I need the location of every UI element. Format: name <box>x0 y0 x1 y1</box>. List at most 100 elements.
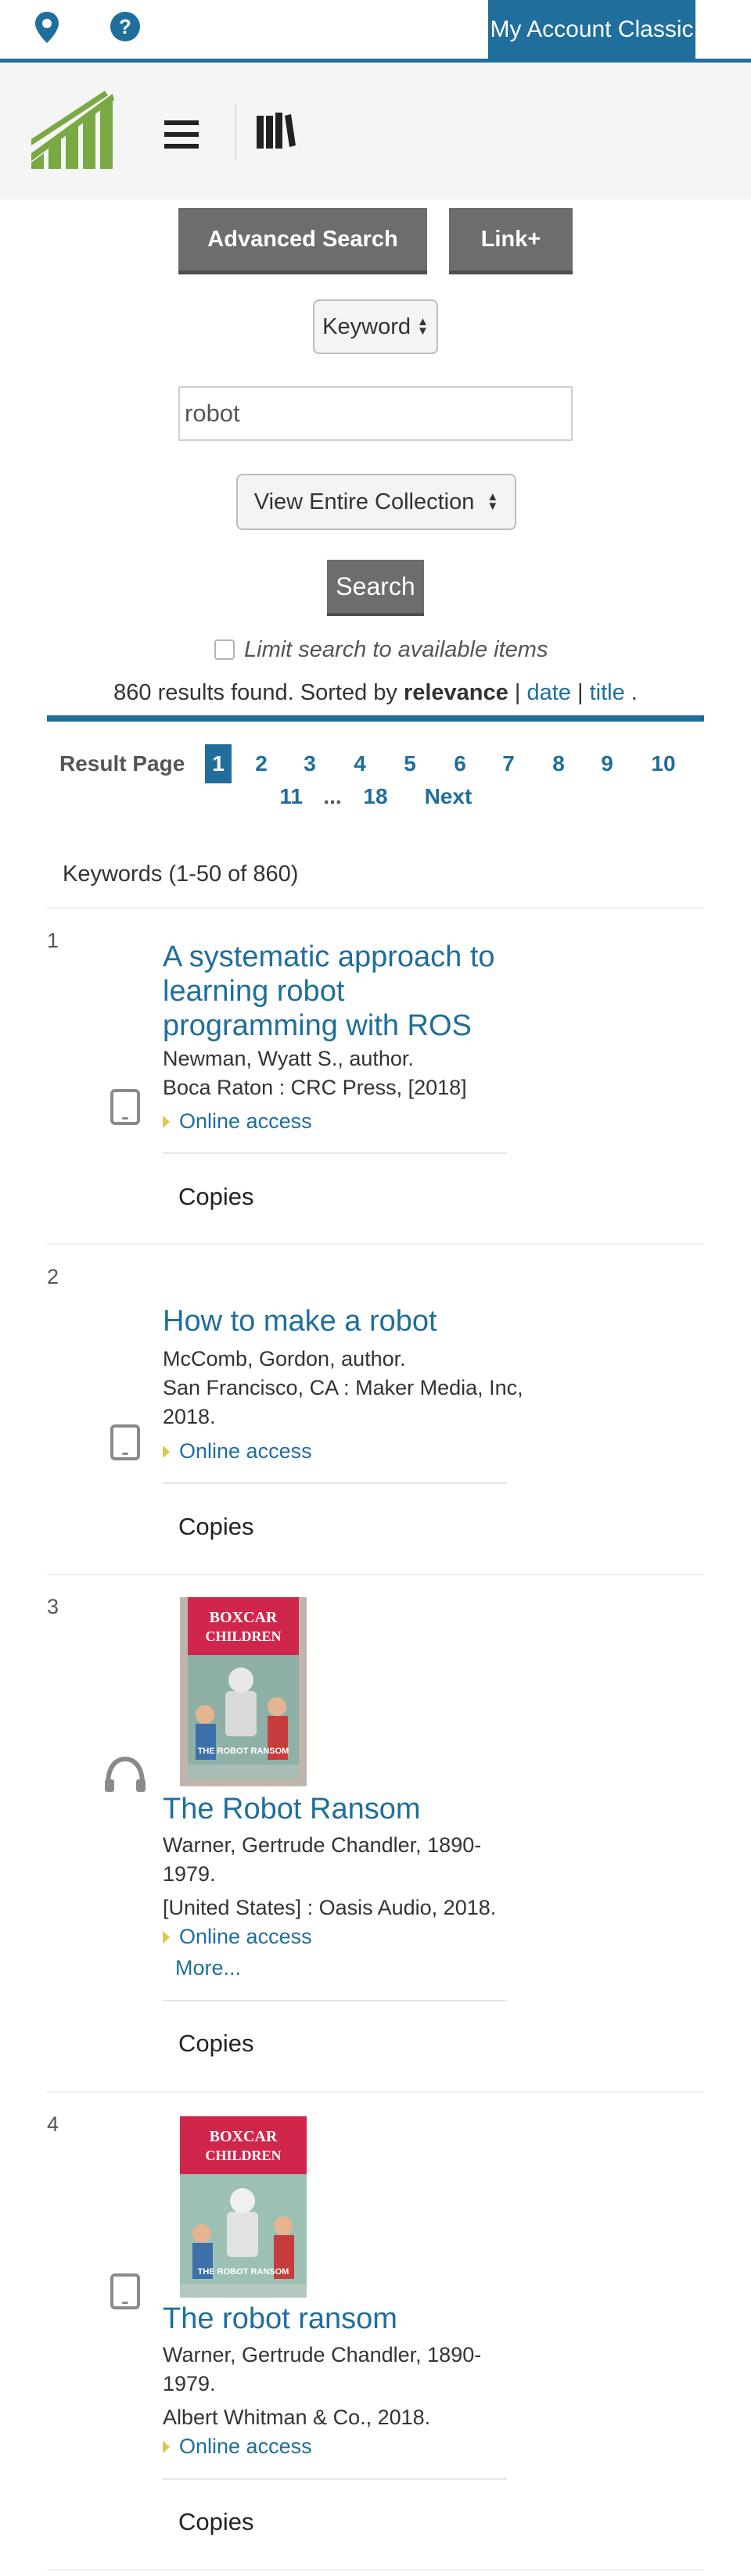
header <box>0 63 751 199</box>
title-line: learning robot <box>163 975 345 1008</box>
page-link[interactable]: 5 <box>402 744 418 783</box>
top-bar: ? My Account Classic <box>0 0 751 63</box>
map-marker-icon[interactable] <box>34 11 59 48</box>
page-link[interactable]: 10 <box>649 744 677 783</box>
question-circle-icon[interactable]: ? <box>110 11 141 46</box>
collection-select[interactable]: View Entire Collection ▲ ▼ <box>236 474 516 530</box>
header-divider <box>235 103 236 159</box>
sort-separator: | <box>514 680 521 705</box>
copies-link[interactable]: Copies <box>178 1513 254 1541</box>
title-line: How to make a robot <box>163 1305 437 1338</box>
title-line: programming with ROS <box>163 1009 472 1042</box>
tablet-icon <box>110 2273 140 2309</box>
online-access-label: Online access <box>179 1439 312 1463</box>
result-publisher: [United States] : Oasis Audio, 2018. <box>163 1896 497 1919</box>
svg-text:CHILDREN: CHILDREN <box>205 2148 281 2163</box>
result-number: 3 <box>47 1595 59 1618</box>
result-number: 2 <box>47 1265 59 1288</box>
title-line: The robot ransom <box>163 2302 397 2335</box>
limit-available-option: Limit search to available items <box>214 634 548 665</box>
list-divider <box>47 1574 704 1575</box>
triangle-right-icon <box>163 1930 170 1944</box>
copies-link[interactable]: Copies <box>178 1183 254 1211</box>
page-link[interactable]: 8 <box>551 744 566 783</box>
result-divider <box>163 1482 507 1484</box>
copies-link[interactable]: Copies <box>178 2508 254 2536</box>
online-access-label: Online access <box>179 1925 312 1948</box>
page-link[interactable]: 9 <box>599 744 615 783</box>
result-divider <box>163 1152 507 1154</box>
tablet-icon <box>110 1089 140 1125</box>
result-author: Warner, Gertrude Chandler, 1890- <box>163 1833 482 1857</box>
result-author-dates: 1979. <box>163 1862 216 1886</box>
online-access-label: Online access <box>179 1109 312 1133</box>
sort-title-link[interactable]: title <box>590 680 625 705</box>
list-divider <box>47 2091 704 2093</box>
triangle-right-icon <box>163 2440 170 2453</box>
results-count: 860 results found. Sorted by <box>113 680 397 705</box>
sort-separator: | <box>577 680 584 705</box>
result-author: McComb, Gordon, author. <box>163 1347 406 1370</box>
sort-relevance: relevance <box>403 680 508 705</box>
select-arrows-icon: ▲ ▼ <box>487 490 499 513</box>
limit-available-checkbox[interactable] <box>214 640 235 660</box>
triangle-right-icon <box>163 1115 170 1128</box>
page-link[interactable]: 18 <box>360 777 391 816</box>
next-page-link[interactable]: Next <box>422 777 474 816</box>
list-divider <box>47 1243 704 1245</box>
page-link[interactable]: 7 <box>501 744 516 783</box>
list-divider <box>47 907 704 908</box>
list-divider <box>47 2569 704 2571</box>
search-type-value: Keyword <box>322 313 411 339</box>
page-current: 1 <box>205 744 232 783</box>
results-summary: 860 results found. Sorted by relevance |… <box>0 680 751 706</box>
page-link[interactable]: 11 <box>277 777 305 816</box>
summary-period: . <box>631 680 638 705</box>
books-icon[interactable] <box>257 113 296 152</box>
more-link[interactable]: More... <box>175 1956 241 1980</box>
sort-date-link[interactable]: date <box>526 680 570 705</box>
page-ellipsis: ... <box>323 784 342 808</box>
search-input[interactable]: robot <box>178 386 573 441</box>
svg-text:?: ? <box>119 15 131 38</box>
copies-link[interactable]: Copies <box>178 2030 254 2058</box>
result-publisher: Boca Raton : CRC Press, [2018] <box>163 1076 467 1099</box>
online-access-label: Online access <box>179 2434 312 2458</box>
search-query: robot <box>185 399 240 427</box>
result-author: Newman, Wyatt S., author. <box>163 1047 414 1070</box>
result-publisher: Albert Whitman & Co., 2018. <box>163 2406 431 2429</box>
page-link[interactable]: 2 <box>253 744 269 783</box>
results-divider <box>47 715 704 722</box>
online-access-link[interactable]: Online access <box>163 1439 312 1464</box>
online-access-link[interactable]: Online access <box>163 1925 312 1949</box>
book-cover[interactable]: BOXCAR CHILDREN THE ROBOT RANSOM <box>180 1597 307 1786</box>
triangle-right-icon <box>163 1445 170 1458</box>
result-title-link[interactable]: How to make a robot <box>163 1304 530 1338</box>
search-button[interactable]: Search <box>327 560 424 616</box>
search-type-select[interactable]: Keyword ▲ ▼ <box>313 299 438 354</box>
online-access-link[interactable]: Online access <box>163 2434 312 2459</box>
result-title-link[interactable]: The Robot Ransom <box>163 1792 530 1826</box>
result-number: 1 <box>47 929 59 952</box>
advanced-search-button[interactable]: Advanced Search <box>178 208 427 274</box>
result-author: Warner, Gertrude Chandler, 1890- <box>163 2343 482 2366</box>
result-title-link[interactable]: A systematic approach to learning robot … <box>163 940 530 1043</box>
link-plus-button[interactable]: Link+ <box>449 208 573 274</box>
svg-text:BOXCAR: BOXCAR <box>210 1609 278 1626</box>
online-access-link[interactable]: Online access <box>163 1109 312 1134</box>
hamburger-icon[interactable] <box>164 120 199 152</box>
keywords-range: Keywords (1-50 of 860) <box>63 862 299 887</box>
limit-available-label[interactable]: Limit search to available items <box>244 637 548 663</box>
result-page-label: Result Page <box>59 751 185 776</box>
result-publisher: San Francisco, CA : Maker Media, Inc, <box>163 1376 523 1399</box>
my-account-classic-button[interactable]: My Account Classic <box>488 0 695 59</box>
collection-value: View Entire Collection <box>253 489 475 514</box>
svg-text:CHILDREN: CHILDREN <box>205 1628 281 1644</box>
result-author-dates: 1979. <box>163 2372 216 2395</box>
select-arrows-icon: ▲ ▼ <box>416 315 429 338</box>
headphones-icon <box>103 1756 147 1797</box>
result-title-link[interactable]: The robot ransom <box>163 2302 530 2336</box>
library-logo[interactable] <box>30 91 120 181</box>
book-cover[interactable]: BOXCAR CHILDREN THE ROBOT RANSOM <box>180 2116 307 2298</box>
svg-text:THE ROBOT RANSOM: THE ROBOT RANSOM <box>198 2267 289 2277</box>
